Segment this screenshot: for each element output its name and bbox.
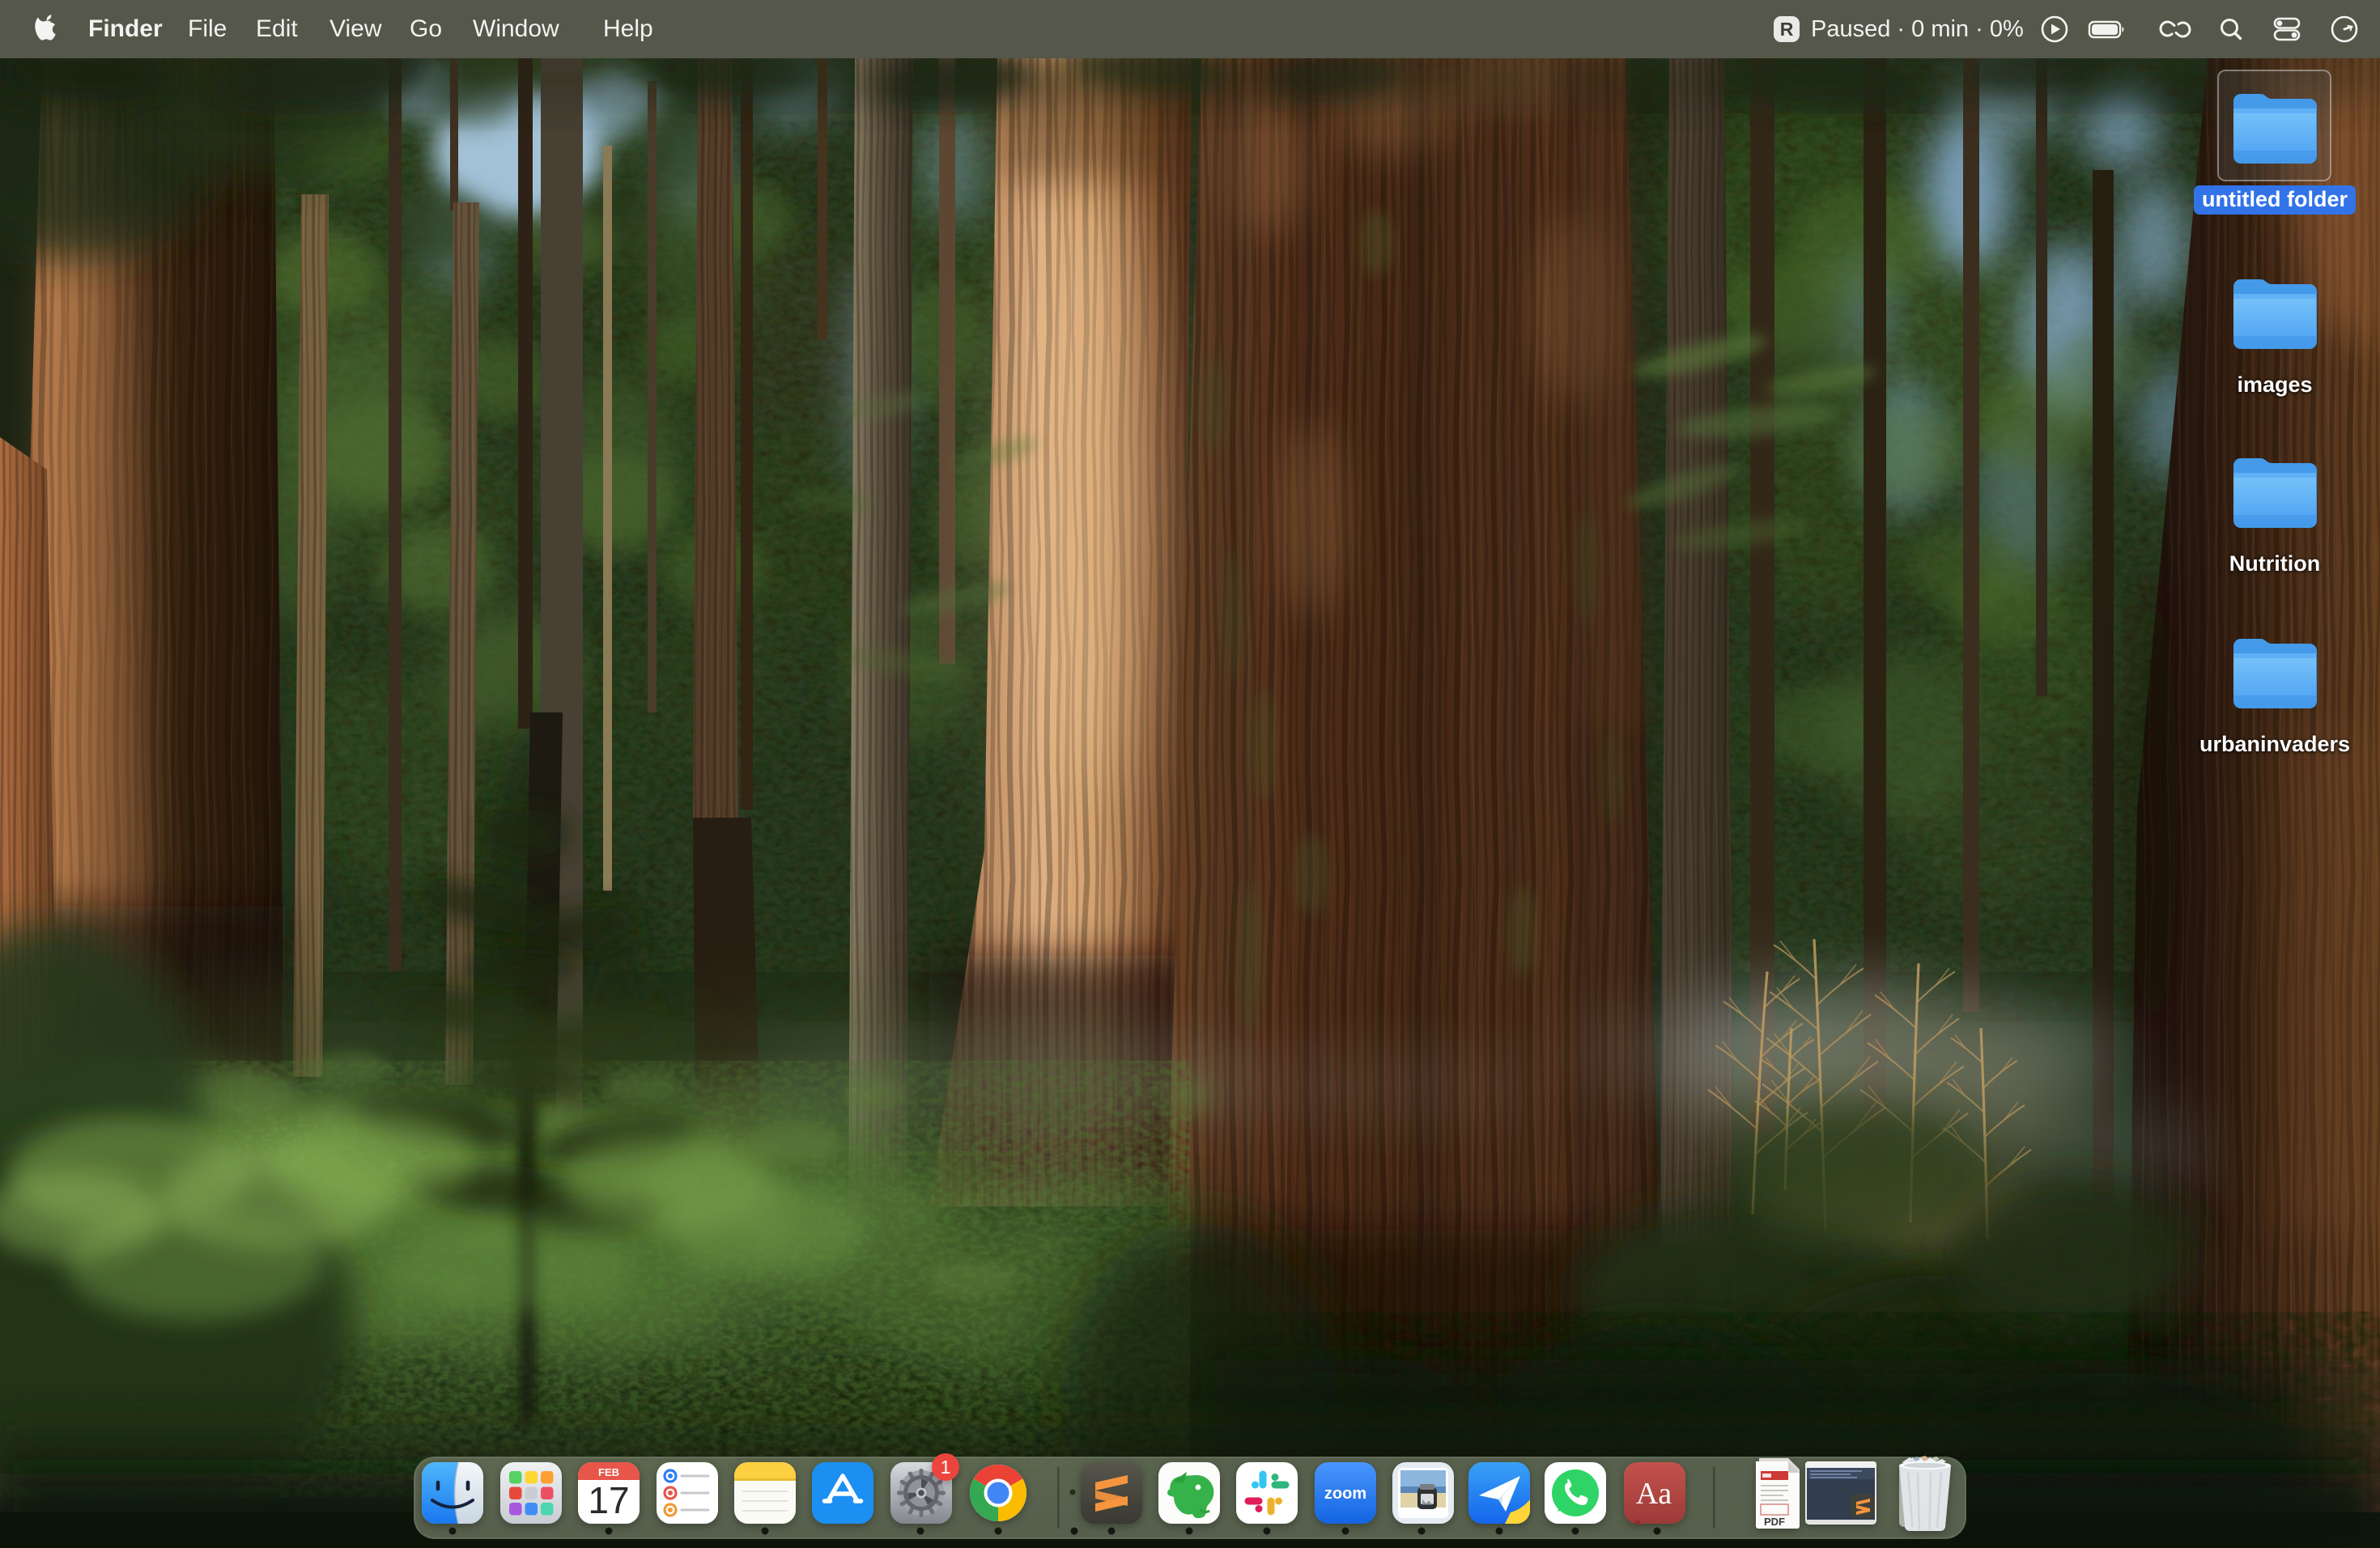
svg-text:FEB: FEB (598, 1466, 619, 1478)
svg-text:zoom: zoom (1324, 1485, 1366, 1503)
svg-text:PDF: PDF (1764, 1516, 1785, 1528)
svg-text:17: 17 (588, 1479, 629, 1521)
svg-text:Aa: Aa (1636, 1477, 1672, 1511)
svg-text:1: 1 (941, 1457, 951, 1478)
